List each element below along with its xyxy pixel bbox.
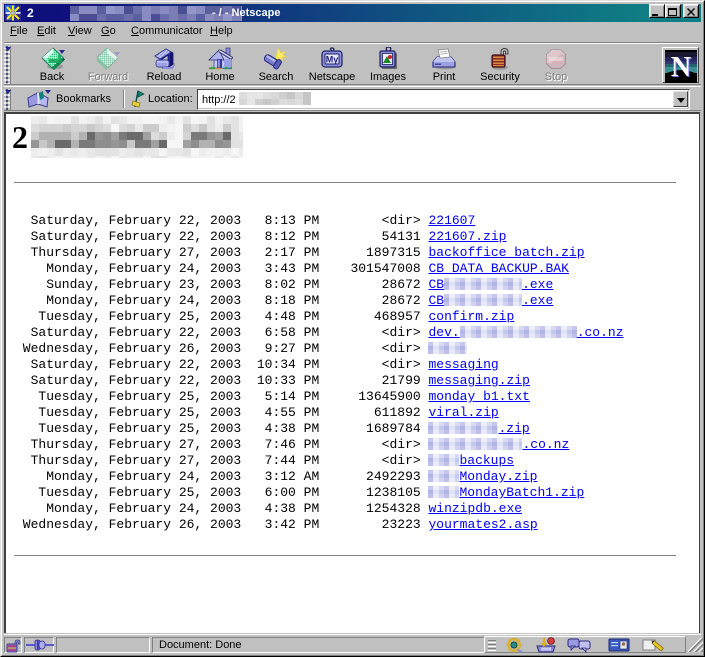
svg-text:My: My <box>326 55 339 65</box>
svg-text:N: N <box>671 52 691 83</box>
